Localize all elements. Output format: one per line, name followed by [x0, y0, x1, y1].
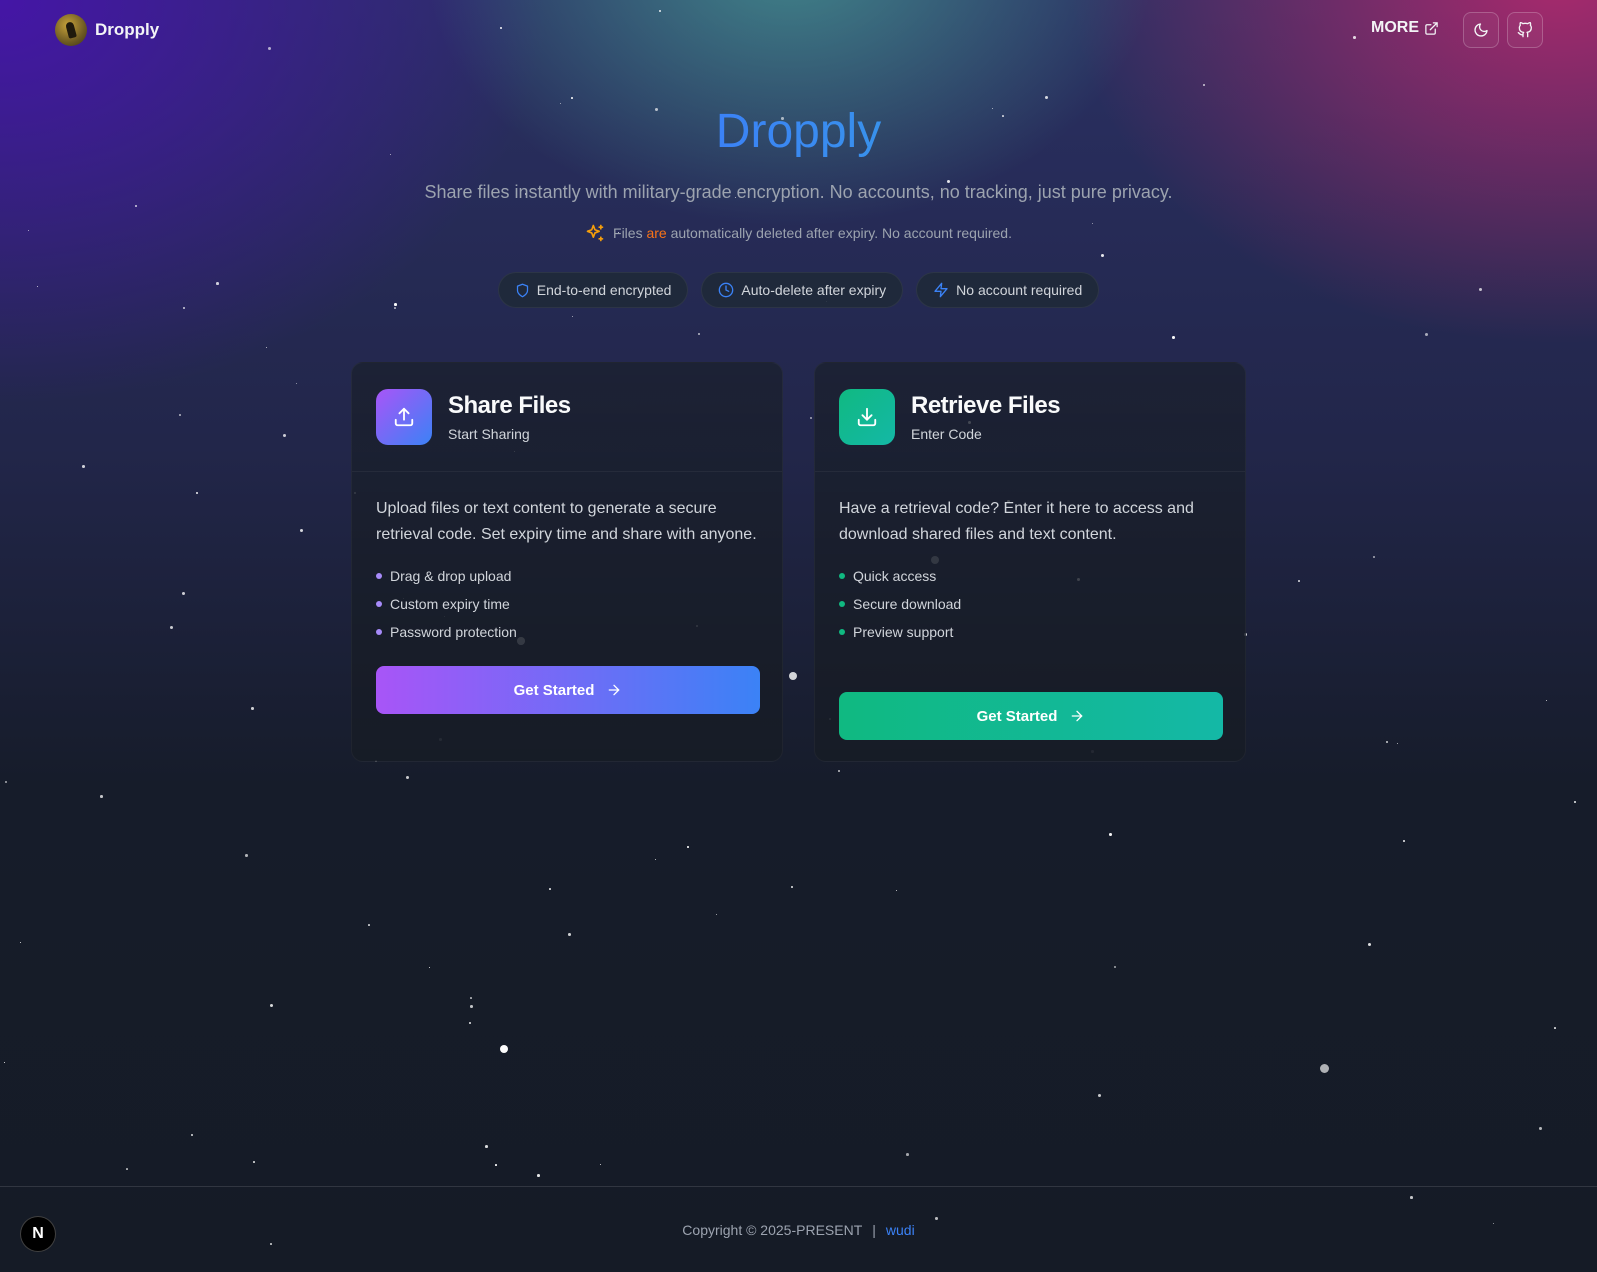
- retrieve-files-card: Retrieve Files Enter Code Have a retriev…: [814, 362, 1246, 762]
- badge-label: No account required: [956, 282, 1083, 298]
- badge-encrypted: End-to-end encrypted: [497, 272, 689, 308]
- copyright-text: Copyright © 2025-PRESENT: [682, 1221, 863, 1238]
- bullet-dot: [839, 573, 845, 579]
- bullet-dot: [839, 629, 845, 635]
- share-files-card: Share Files Start Sharing Upload files o…: [351, 362, 783, 762]
- bullet-dot: [839, 601, 845, 607]
- feature-badges: End-to-end encrypted Auto-delete after e…: [0, 272, 1597, 308]
- brand-logo: [55, 14, 87, 46]
- sparkles-icon: [586, 224, 604, 242]
- button-label: Get Started: [513, 681, 595, 699]
- card-description: Upload files or text content to generate…: [376, 500, 757, 543]
- moon-icon: [1474, 23, 1488, 37]
- arrow-right-icon: [1072, 710, 1083, 722]
- list-item: Password protection: [376, 618, 758, 646]
- shield-icon: [516, 283, 528, 297]
- more-label: MORE: [1371, 19, 1419, 36]
- download-icon: [857, 407, 877, 427]
- brand-link[interactable]: Dropply: [55, 14, 159, 46]
- card-subtitle: Start Sharing: [448, 426, 530, 442]
- list-item: Drag & drop upload: [376, 562, 758, 590]
- card-description: Have a retrieval code? Enter it here to …: [839, 500, 1194, 543]
- bullet-dot: [376, 573, 382, 579]
- card-header: Share Files Start Sharing: [352, 363, 782, 447]
- badge-label: End-to-end encrypted: [536, 282, 672, 298]
- arrow-right-icon: [609, 684, 620, 696]
- hero-subtitle: Share files instantly with military-grad…: [424, 182, 1173, 202]
- feature-list: Drag & drop upload Custom expiry time Pa…: [376, 562, 758, 646]
- card-icon-tile: [376, 389, 432, 445]
- badge-auto-delete: Auto-delete after expiry: [701, 272, 904, 308]
- card-body: Have a retrieval code? Enter it here to …: [815, 472, 1245, 764]
- github-button[interactable]: [1507, 12, 1543, 48]
- badge-no-account: No account required: [916, 272, 1100, 308]
- list-item: Secure download: [839, 590, 1221, 618]
- bullet-dot: [376, 629, 382, 635]
- card-body: Upload files or text content to generate…: [352, 472, 782, 738]
- notice-highlight: are: [646, 225, 667, 241]
- more-link[interactable]: MORE: [1371, 19, 1439, 37]
- hero-title: Dropply: [0, 100, 1597, 164]
- notice-text: Files are automatically deleted after ex…: [613, 225, 1012, 241]
- list-item: Preview support: [839, 618, 1221, 646]
- brand-name: Dropply: [95, 20, 160, 39]
- feature-list: Quick access Secure download Preview sup…: [839, 562, 1221, 646]
- action-cards: Share Files Start Sharing Upload files o…: [351, 362, 1246, 762]
- theme-toggle-button[interactable]: [1463, 12, 1499, 48]
- share-get-started-button[interactable]: Get Started: [376, 666, 760, 714]
- bullet-dot: [376, 601, 382, 607]
- card-icon-tile: [839, 389, 895, 445]
- retrieve-get-started-button[interactable]: Get Started: [839, 692, 1223, 740]
- list-item: Custom expiry time: [376, 590, 758, 618]
- upload-icon: [394, 407, 414, 427]
- author-link[interactable]: wudi: [886, 1222, 915, 1238]
- card-title: Share Files: [448, 392, 571, 419]
- nextjs-dev-badge[interactable]: N: [20, 1216, 56, 1252]
- button-label: Get Started: [976, 707, 1058, 725]
- external-link-icon: [1425, 21, 1438, 35]
- card-header: Retrieve Files Enter Code: [815, 363, 1245, 447]
- list-item: Quick access: [839, 562, 1221, 590]
- zap-icon: [934, 282, 948, 298]
- footer: Copyright © 2025-PRESENT | wudi: [0, 1186, 1597, 1272]
- expiry-notice: Files are automatically deleted after ex…: [0, 223, 1597, 243]
- clock-icon: [719, 282, 734, 298]
- github-icon: [1517, 22, 1532, 38]
- hero-section: Dropply Share files instantly with milit…: [0, 100, 1597, 308]
- footer-separator: |: [872, 1221, 876, 1238]
- top-nav: Dropply MORE: [0, 0, 1597, 60]
- card-subtitle: Enter Code: [911, 426, 982, 442]
- card-title: Retrieve Files: [911, 392, 1061, 419]
- badge-label: Auto-delete after expiry: [741, 282, 887, 298]
